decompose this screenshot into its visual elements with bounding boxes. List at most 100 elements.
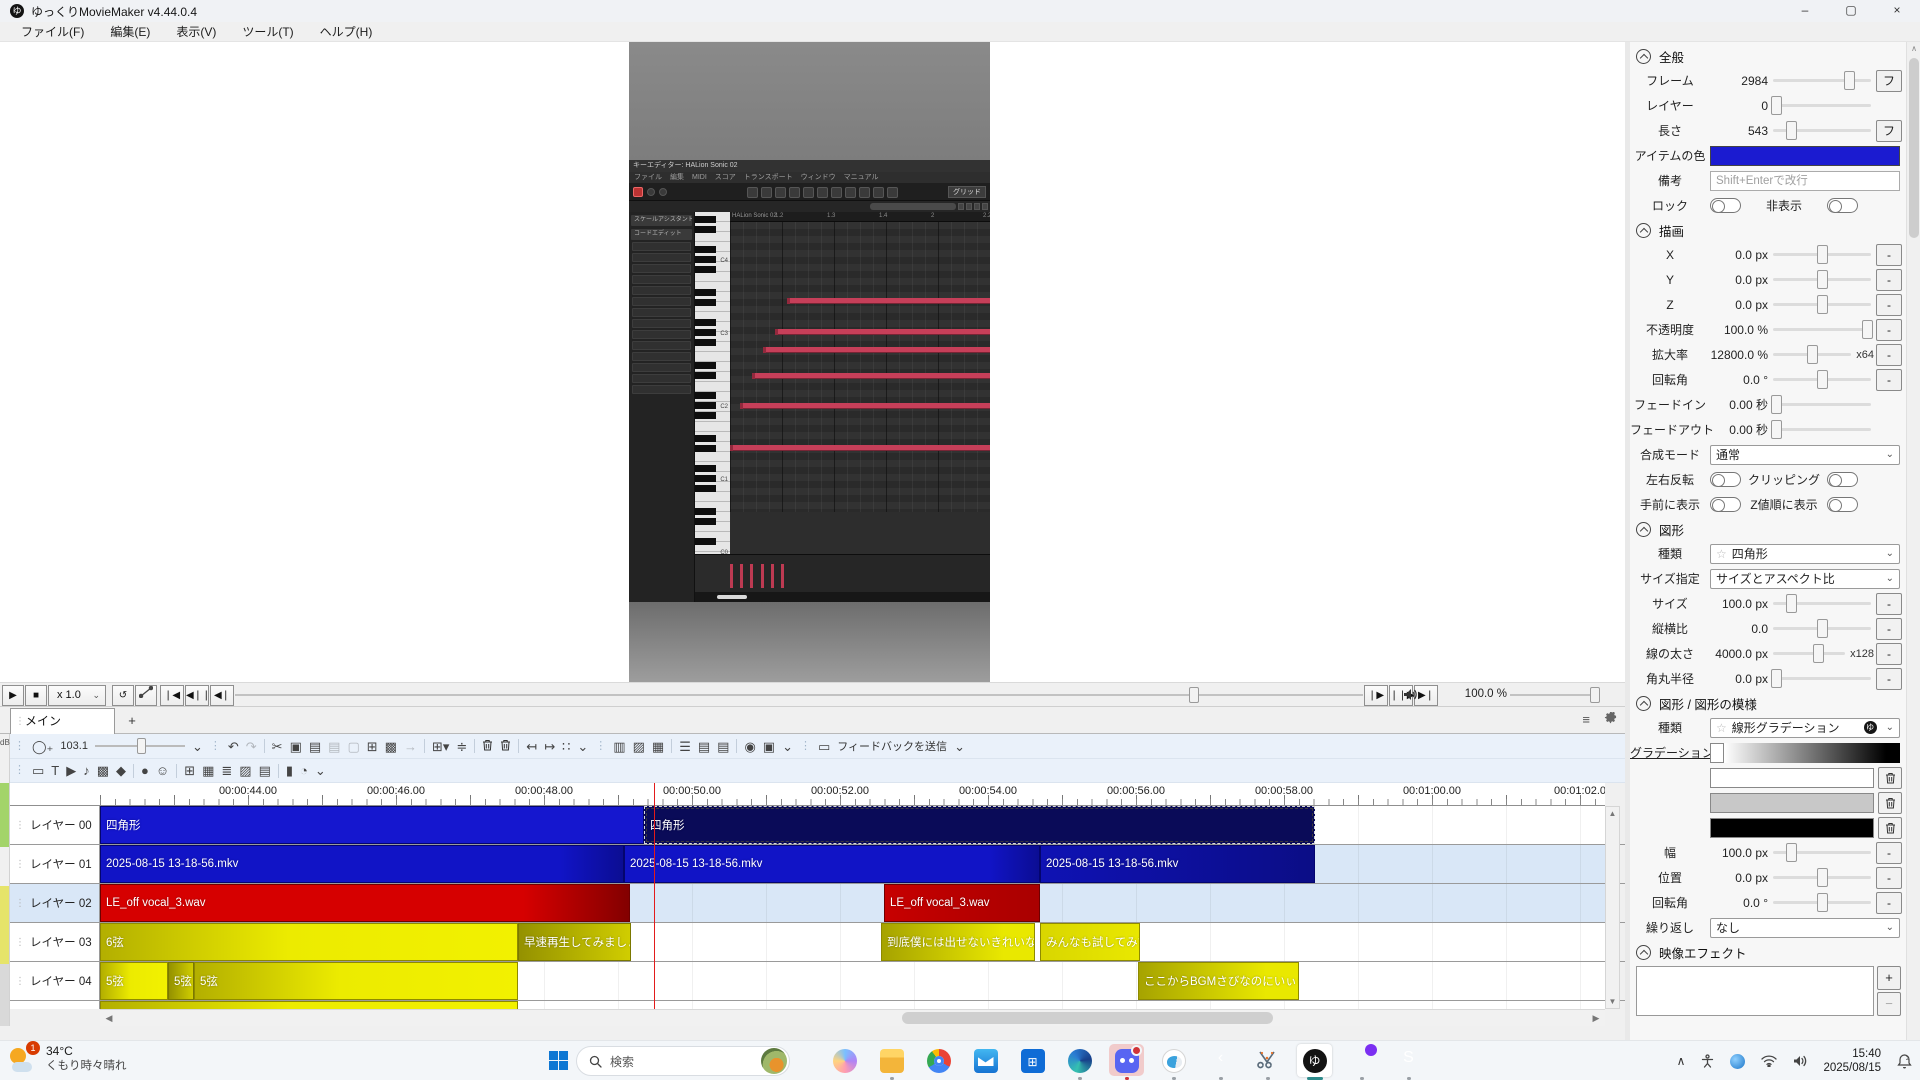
- slider-thumb[interactable]: [1771, 395, 1782, 414]
- timeline-vscrollbar[interactable]: ▲▼: [1605, 806, 1620, 1009]
- overflow-icon[interactable]: ⌄: [315, 764, 326, 777]
- paste-box-icon[interactable]: ▢: [347, 740, 359, 753]
- slider-thumb[interactable]: [1786, 843, 1797, 862]
- delete-color-button[interactable]: [1878, 767, 1902, 789]
- remove-effect-button[interactable]: −: [1877, 992, 1901, 1016]
- copy-icon[interactable]: ▣: [290, 740, 302, 753]
- prop-value[interactable]: 100.0 px: [1710, 597, 1768, 611]
- prop-value[interactable]: 0.0 px: [1710, 273, 1768, 287]
- add-tab-button[interactable]: +: [122, 711, 142, 731]
- easing-button[interactable]: -: [1876, 892, 1902, 914]
- overflow-icon[interactable]: ⌄: [577, 740, 588, 753]
- prop-slider[interactable]: [1773, 868, 1871, 887]
- add-file-icon[interactable]: ▥: [613, 740, 625, 753]
- prop-value[interactable]: 4000.0 px: [1710, 647, 1768, 661]
- timeline-clip[interactable]: 早速再生してみましょ: [518, 923, 631, 961]
- keyframe-button[interactable]: フ: [1876, 70, 1902, 92]
- prop-slider[interactable]: [1773, 71, 1871, 90]
- collapse-icon[interactable]: [1636, 522, 1651, 537]
- toggle-左右反転[interactable]: [1710, 472, 1741, 487]
- prop-value[interactable]: 0.0 °: [1710, 373, 1768, 387]
- effect-item-icon[interactable]: ▦: [202, 764, 214, 777]
- gradient-color-swatch[interactable]: [1710, 793, 1874, 813]
- taskbar-app-s-app[interactable]: S: [1385, 1041, 1432, 1080]
- timeline-clip[interactable]: 四角形: [100, 806, 644, 844]
- slider-thumb[interactable]: [1786, 121, 1797, 140]
- close-button[interactable]: ×: [1874, 0, 1920, 22]
- delete-color-button[interactable]: [1878, 792, 1902, 814]
- frame-item-icon[interactable]: ⊞: [184, 764, 195, 777]
- prop-dropdown[interactable]: サイズとアスペクト比⌄: [1710, 569, 1900, 589]
- maximize-button[interactable]: ▢: [1828, 0, 1874, 22]
- keyframe-button[interactable]: フ: [1876, 120, 1902, 142]
- layer-label-4[interactable]: ⋮レイヤー 04: [10, 962, 100, 1000]
- playback-speed-select[interactable]: x 1.0⌄: [48, 685, 106, 706]
- easing-button[interactable]: -: [1876, 867, 1902, 889]
- mixer-icon[interactable]: ☰: [679, 740, 691, 753]
- easing-button[interactable]: -: [1876, 294, 1902, 316]
- group-item-icon[interactable]: ≣: [221, 764, 232, 777]
- taskbar-app-store[interactable]: ⊞: [1009, 1041, 1056, 1080]
- voice-item-icon[interactable]: ▭: [32, 764, 44, 777]
- easing-button[interactable]: -: [1876, 344, 1902, 366]
- timeline-clip[interactable]: LE_off vocal_3.wav: [100, 884, 630, 922]
- prop-dropdown[interactable]: ☆四角形⌄: [1710, 544, 1900, 564]
- timeline-clip[interactable]: 5弦: [194, 962, 518, 1000]
- stop-button[interactable]: ■: [25, 685, 47, 706]
- wifi-icon[interactable]: [1761, 1055, 1777, 1067]
- timeline-clip[interactable]: 到底僕には出せないきれいなF: [881, 923, 1035, 961]
- layer-label-2[interactable]: ⋮レイヤー 02: [10, 884, 100, 922]
- prop-slider[interactable]: [1773, 320, 1871, 339]
- toggle-手前に表示[interactable]: [1710, 497, 1741, 512]
- prop-slider[interactable]: [1773, 370, 1871, 389]
- collapse-icon[interactable]: [1636, 696, 1651, 711]
- layer-track[interactable]: 6弦早速再生してみましょ到底僕には出せないきれいなFみんなも試してみて: [100, 923, 1605, 961]
- row-grip-icon[interactable]: ⋮: [15, 820, 25, 831]
- scrollbar-thumb[interactable]: [1909, 58, 1919, 238]
- arrow-icon[interactable]: →: [404, 740, 417, 753]
- timeline-zoom-value[interactable]: 103.1: [60, 740, 88, 752]
- layer-label-partial[interactable]: [10, 1001, 100, 1009]
- layer-label-1[interactable]: ⋮レイヤー 01: [10, 845, 100, 883]
- undo-icon[interactable]: ↶: [228, 740, 239, 753]
- wait-icon[interactable]: ◔: [300, 764, 308, 777]
- paste-icon[interactable]: ▤: [309, 740, 321, 753]
- prop-slider[interactable]: [1773, 619, 1871, 638]
- overflow-icon[interactable]: ⌄: [782, 740, 793, 753]
- taskbar-app-task-view[interactable]: [774, 1041, 821, 1080]
- prop-dropdown[interactable]: 通常⌄: [1710, 445, 1900, 465]
- timeline-ruler[interactable]: 00:00:44.0000:00:46.0000:00:48.0000:00:5…: [100, 783, 1605, 806]
- timeline-clip[interactable]: ここからBGMさびなのにいぃぃぃ...: [1138, 962, 1299, 1000]
- prev-frame-button[interactable]: ◀❘❘: [185, 685, 209, 706]
- prop-value[interactable]: 0.0 px: [1710, 871, 1768, 885]
- timeline-clip[interactable]: [100, 1001, 518, 1009]
- jump-left-icon[interactable]: ↤: [526, 740, 537, 753]
- seek-slider[interactable]: [235, 694, 1363, 696]
- toggle-クリッピング[interactable]: [1827, 472, 1858, 487]
- collapse-icon[interactable]: [1636, 945, 1651, 960]
- gradient-link[interactable]: グラデーション: [1630, 744, 1710, 761]
- prop-value[interactable]: 2984: [1710, 74, 1768, 88]
- tachie-item-icon[interactable]: ●: [141, 764, 149, 777]
- section-header[interactable]: 全般: [1630, 44, 1906, 68]
- insert-frame-icon[interactable]: ⊞: [367, 740, 378, 753]
- timeline-clip[interactable]: 6弦: [100, 923, 518, 961]
- slider-thumb[interactable]: [1817, 893, 1828, 912]
- save-icon[interactable]: ▦: [652, 740, 664, 753]
- prop-value[interactable]: 0: [1710, 99, 1768, 113]
- taskbar-app-chrome[interactable]: [915, 1041, 962, 1080]
- section-header[interactable]: 図形 / 図形の模様: [1630, 691, 1906, 715]
- preview-canvas[interactable]: キーエディター: HALion Sonic 02 ファイル編集MIDIスコアトラ…: [0, 42, 1625, 682]
- menu-item-2[interactable]: 表示(V): [163, 23, 229, 40]
- taskbar-app-explorer[interactable]: [868, 1041, 915, 1080]
- slider-thumb[interactable]: [1786, 594, 1797, 613]
- prop-slider[interactable]: [1773, 270, 1871, 289]
- slider-thumb[interactable]: [1817, 245, 1828, 264]
- slider-thumb[interactable]: [1844, 71, 1855, 90]
- slider-thumb[interactable]: [1817, 370, 1828, 389]
- toggle-非表示[interactable]: [1827, 198, 1858, 213]
- lock-icon[interactable]: ▩: [385, 740, 397, 753]
- timeline-clip[interactable]: 5弦: [168, 962, 194, 1000]
- redo-icon[interactable]: ↷: [246, 740, 257, 753]
- toggle-ロック[interactable]: [1710, 198, 1741, 213]
